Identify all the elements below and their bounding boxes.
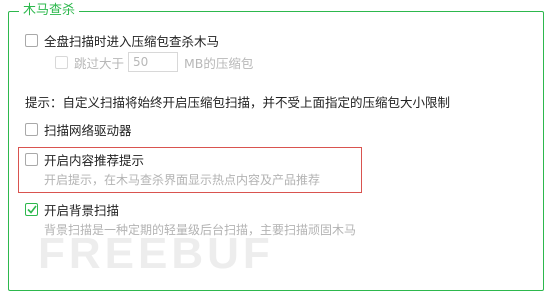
- scan-network-drives-option[interactable]: 扫描网络驱动器: [25, 120, 132, 139]
- background-scan-label: 开启背景扫描: [44, 203, 120, 218]
- content-recommend-checkbox[interactable]: [25, 153, 38, 166]
- freebuf-watermark: FREEBUF: [38, 229, 274, 278]
- skip-large-label-after: MB的压缩包: [184, 55, 254, 71]
- hint-text: 提示：自定义扫描将始终开启压缩包扫描，并不受上面指定的压缩包大小限制: [25, 95, 451, 110]
- scan-archives-checkbox[interactable]: [25, 34, 38, 47]
- background-scan-option[interactable]: 开启背景扫描: [25, 200, 119, 219]
- group-title: 木马查杀: [19, 3, 80, 19]
- scan-archives-option[interactable]: 全盘扫描时进入压缩包查杀木马: [25, 31, 219, 50]
- skip-large-checkbox[interactable]: [55, 55, 68, 69]
- skip-large-label-before: 跳过大于: [74, 55, 125, 71]
- checkmark-icon: [26, 205, 37, 214]
- background-scan-checkbox[interactable]: [25, 203, 38, 216]
- scan-network-drives-checkbox[interactable]: [25, 123, 38, 136]
- scan-archives-label: 全盘扫描时进入压缩包查杀木马: [44, 34, 220, 49]
- archive-size-input[interactable]: [128, 52, 179, 72]
- scan-network-drives-label: 扫描网络驱动器: [44, 123, 132, 138]
- skip-large-archives-option: 跳过大于 MB的压缩包: [55, 52, 253, 72]
- content-recommend-label: 开启内容推荐提示: [44, 153, 145, 168]
- content-recommend-desc: 开启提示，在木马查杀界面显示热点内容及产品推荐: [44, 173, 321, 187]
- content-recommend-option[interactable]: 开启内容推荐提示: [25, 150, 144, 169]
